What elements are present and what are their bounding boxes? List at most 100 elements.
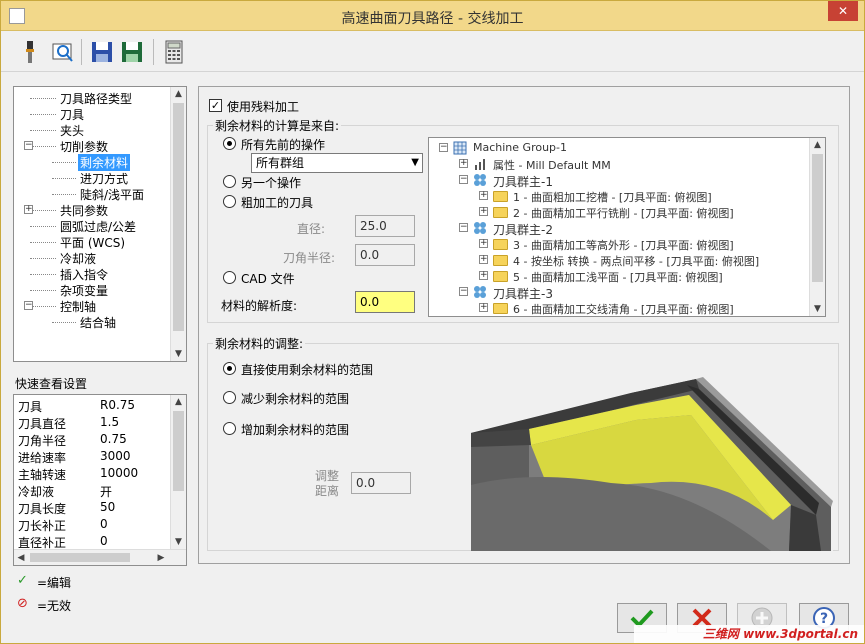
- all-previous-ops-radio[interactable]: [223, 137, 236, 150]
- nav-item[interactable]: 冷却液: [58, 250, 98, 267]
- quick-view-key: 主轴转速: [18, 468, 67, 482]
- scroll-right-icon[interactable]: ▶: [154, 551, 168, 565]
- increase-range-radio[interactable]: [223, 422, 236, 435]
- quick-view-vscroll[interactable]: ▲ ▼: [170, 395, 186, 549]
- tree-toggle-icon[interactable]: +: [459, 159, 468, 168]
- quick-view-title: 快速查看设置: [15, 377, 88, 391]
- nav-item[interactable]: 杂项变量: [58, 282, 110, 299]
- ops-tree-label: Machine Group-1: [473, 141, 567, 154]
- diameter-label: 直径:: [297, 222, 326, 236]
- ops-tree-label: 1 - 曲面粗加工挖槽 - [刀具平面: 俯视图]: [513, 191, 712, 204]
- ops-tree-scrollbar[interactable]: ▲ ▼: [809, 138, 825, 316]
- quick-view-key: 刀具直径: [18, 417, 67, 431]
- tree-toggle-icon[interactable]: +: [479, 191, 488, 200]
- ops-tree-row[interactable]: +4 - 按坐标 转换 - 两点间平移 - [刀具平面: 俯视图]: [429, 252, 807, 268]
- nav-item[interactable]: 圆弧过虑/公差: [58, 218, 138, 235]
- tree-toggle-icon[interactable]: +: [479, 239, 488, 248]
- cad-file-radio[interactable]: [223, 271, 236, 284]
- ops-tree-label: 属性 - Mill Default MM: [493, 159, 611, 172]
- disabled-icon: ⊘: [17, 596, 28, 611]
- nav-item[interactable]: 结合轴: [78, 314, 118, 331]
- nav-item[interactable]: 陡斜/浅平面: [78, 186, 146, 203]
- nav-item[interactable]: 切削参数: [58, 138, 110, 155]
- nav-item[interactable]: 插入指令: [58, 266, 110, 283]
- nav-tree-scrollbar[interactable]: ▲ ▼: [170, 87, 186, 361]
- nav-item[interactable]: 刀具路径类型: [58, 90, 134, 107]
- quick-view-key: 冷却液: [18, 485, 55, 499]
- scroll-up-icon[interactable]: ▲: [171, 395, 186, 409]
- quick-view-value: 10000: [100, 466, 139, 480]
- ops-tree-row[interactable]: +2 - 曲面精加工平行铣削 - [刀具平面: 俯视图]: [429, 204, 807, 220]
- tree-toggle-icon[interactable]: +: [479, 271, 488, 280]
- scroll-thumb[interactable]: [173, 411, 184, 491]
- increase-range-label: 增加剩余材料的范围: [241, 423, 350, 437]
- ops-tree-row[interactable]: +1 - 曲面粗加工挖槽 - [刀具平面: 俯视图]: [429, 188, 807, 204]
- tree-toggle-icon[interactable]: −: [24, 301, 33, 310]
- ops-tree-row[interactable]: + 属性 - Mill Default MM: [429, 156, 807, 172]
- quick-view-key: 刀具: [18, 400, 43, 414]
- nav-item[interactable]: 控制轴: [58, 298, 98, 315]
- nav-item[interactable]: 刀具: [58, 106, 86, 123]
- nav-item[interactable]: 进刀方式: [78, 170, 130, 187]
- close-button[interactable]: ✕: [828, 1, 858, 21]
- tool-icon[interactable]: [17, 39, 43, 65]
- nav-item[interactable]: 平面 (WCS): [58, 234, 127, 251]
- tree-toggle-icon[interactable]: −: [459, 175, 468, 184]
- reduce-range-radio[interactable]: [223, 391, 236, 404]
- watermark: 三维网 www.3dportal.cn: [634, 625, 864, 643]
- properties-icon: [475, 159, 485, 170]
- scroll-thumb[interactable]: [173, 103, 184, 331]
- scroll-thumb[interactable]: [812, 154, 823, 282]
- scroll-down-icon[interactable]: ▼: [810, 302, 825, 316]
- quick-view-key: 刀角半径: [18, 434, 67, 448]
- scroll-left-icon[interactable]: ◀: [14, 551, 28, 565]
- calculator-icon[interactable]: [161, 39, 187, 65]
- direct-range-radio[interactable]: [223, 362, 236, 375]
- scroll-up-icon[interactable]: ▲: [171, 87, 186, 101]
- ops-tree-label: 3 - 曲面精加工等高外形 - [刀具平面: 俯视图]: [513, 239, 734, 252]
- nav-item[interactable]: 共同参数: [58, 202, 110, 219]
- ops-tree-row[interactable]: +5 - 曲面精加工浅平面 - [刀具平面: 俯视图]: [429, 268, 807, 284]
- tree-toggle-icon[interactable]: −: [24, 141, 33, 150]
- ops-tree-row[interactable]: − Machine Group-1: [429, 140, 807, 156]
- quick-view-value: 50: [100, 500, 116, 514]
- adjustment-group-label: 剩余材料的调整:: [213, 335, 306, 352]
- save-as-icon[interactable]: [119, 39, 145, 65]
- nav-item[interactable]: 剩余材料: [78, 154, 131, 171]
- folder-icon: [493, 271, 508, 282]
- tree-toggle-icon[interactable]: −: [459, 287, 468, 296]
- ops-tree-row[interactable]: − 刀具群主-3: [429, 284, 807, 301]
- ops-tree-row[interactable]: − 刀具群主-2: [429, 220, 807, 237]
- cad-file-label: CAD 文件: [241, 272, 295, 286]
- another-op-radio[interactable]: [223, 175, 236, 188]
- adjust-distance-field[interactable]: 0.0: [351, 472, 411, 494]
- use-rest-material-checkbox[interactable]: ✓: [209, 99, 222, 112]
- quick-view-hscroll[interactable]: ◀ ▶: [14, 549, 186, 565]
- toolpath-group-icon: [474, 222, 486, 234]
- tree-toggle-icon[interactable]: +: [479, 207, 488, 216]
- scroll-down-icon[interactable]: ▼: [171, 347, 186, 361]
- tree-toggle-icon[interactable]: −: [459, 223, 468, 232]
- scroll-down-icon[interactable]: ▼: [171, 535, 186, 549]
- ops-tree-row[interactable]: +6 - 曲面精加工交线清角 - [刀具平面: 俯视图]: [429, 300, 807, 316]
- operations-tree: − Machine Group-1 + 属性 - Mill Default MM − 刀具…: [428, 137, 826, 317]
- ops-tree-row[interactable]: +3 - 曲面精加工等高外形 - [刀具平面: 俯视图]: [429, 236, 807, 252]
- group-select[interactable]: 所有群组 ▼: [251, 153, 423, 173]
- tree-toggle-icon[interactable]: −: [439, 143, 448, 152]
- corner-radius-field[interactable]: 0.0: [355, 244, 415, 266]
- diameter-field[interactable]: 25.0: [355, 215, 415, 237]
- save-icon[interactable]: [89, 39, 115, 65]
- toolbar: [1, 32, 864, 72]
- nav-item[interactable]: 夹头: [58, 122, 86, 139]
- scroll-thumb[interactable]: [30, 553, 130, 562]
- scroll-up-icon[interactable]: ▲: [810, 138, 825, 152]
- preview-icon[interactable]: [49, 39, 75, 65]
- resolution-field[interactable]: 0.0: [355, 291, 415, 313]
- roughing-tool-radio[interactable]: [223, 195, 236, 208]
- quick-view-value: 0: [100, 534, 108, 548]
- tree-toggle-icon[interactable]: +: [24, 205, 33, 214]
- quick-view-key: 进给速率: [18, 451, 67, 465]
- tree-toggle-icon[interactable]: +: [479, 303, 488, 312]
- ops-tree-row[interactable]: − 刀具群主-1: [429, 172, 807, 189]
- tree-toggle-icon[interactable]: +: [479, 255, 488, 264]
